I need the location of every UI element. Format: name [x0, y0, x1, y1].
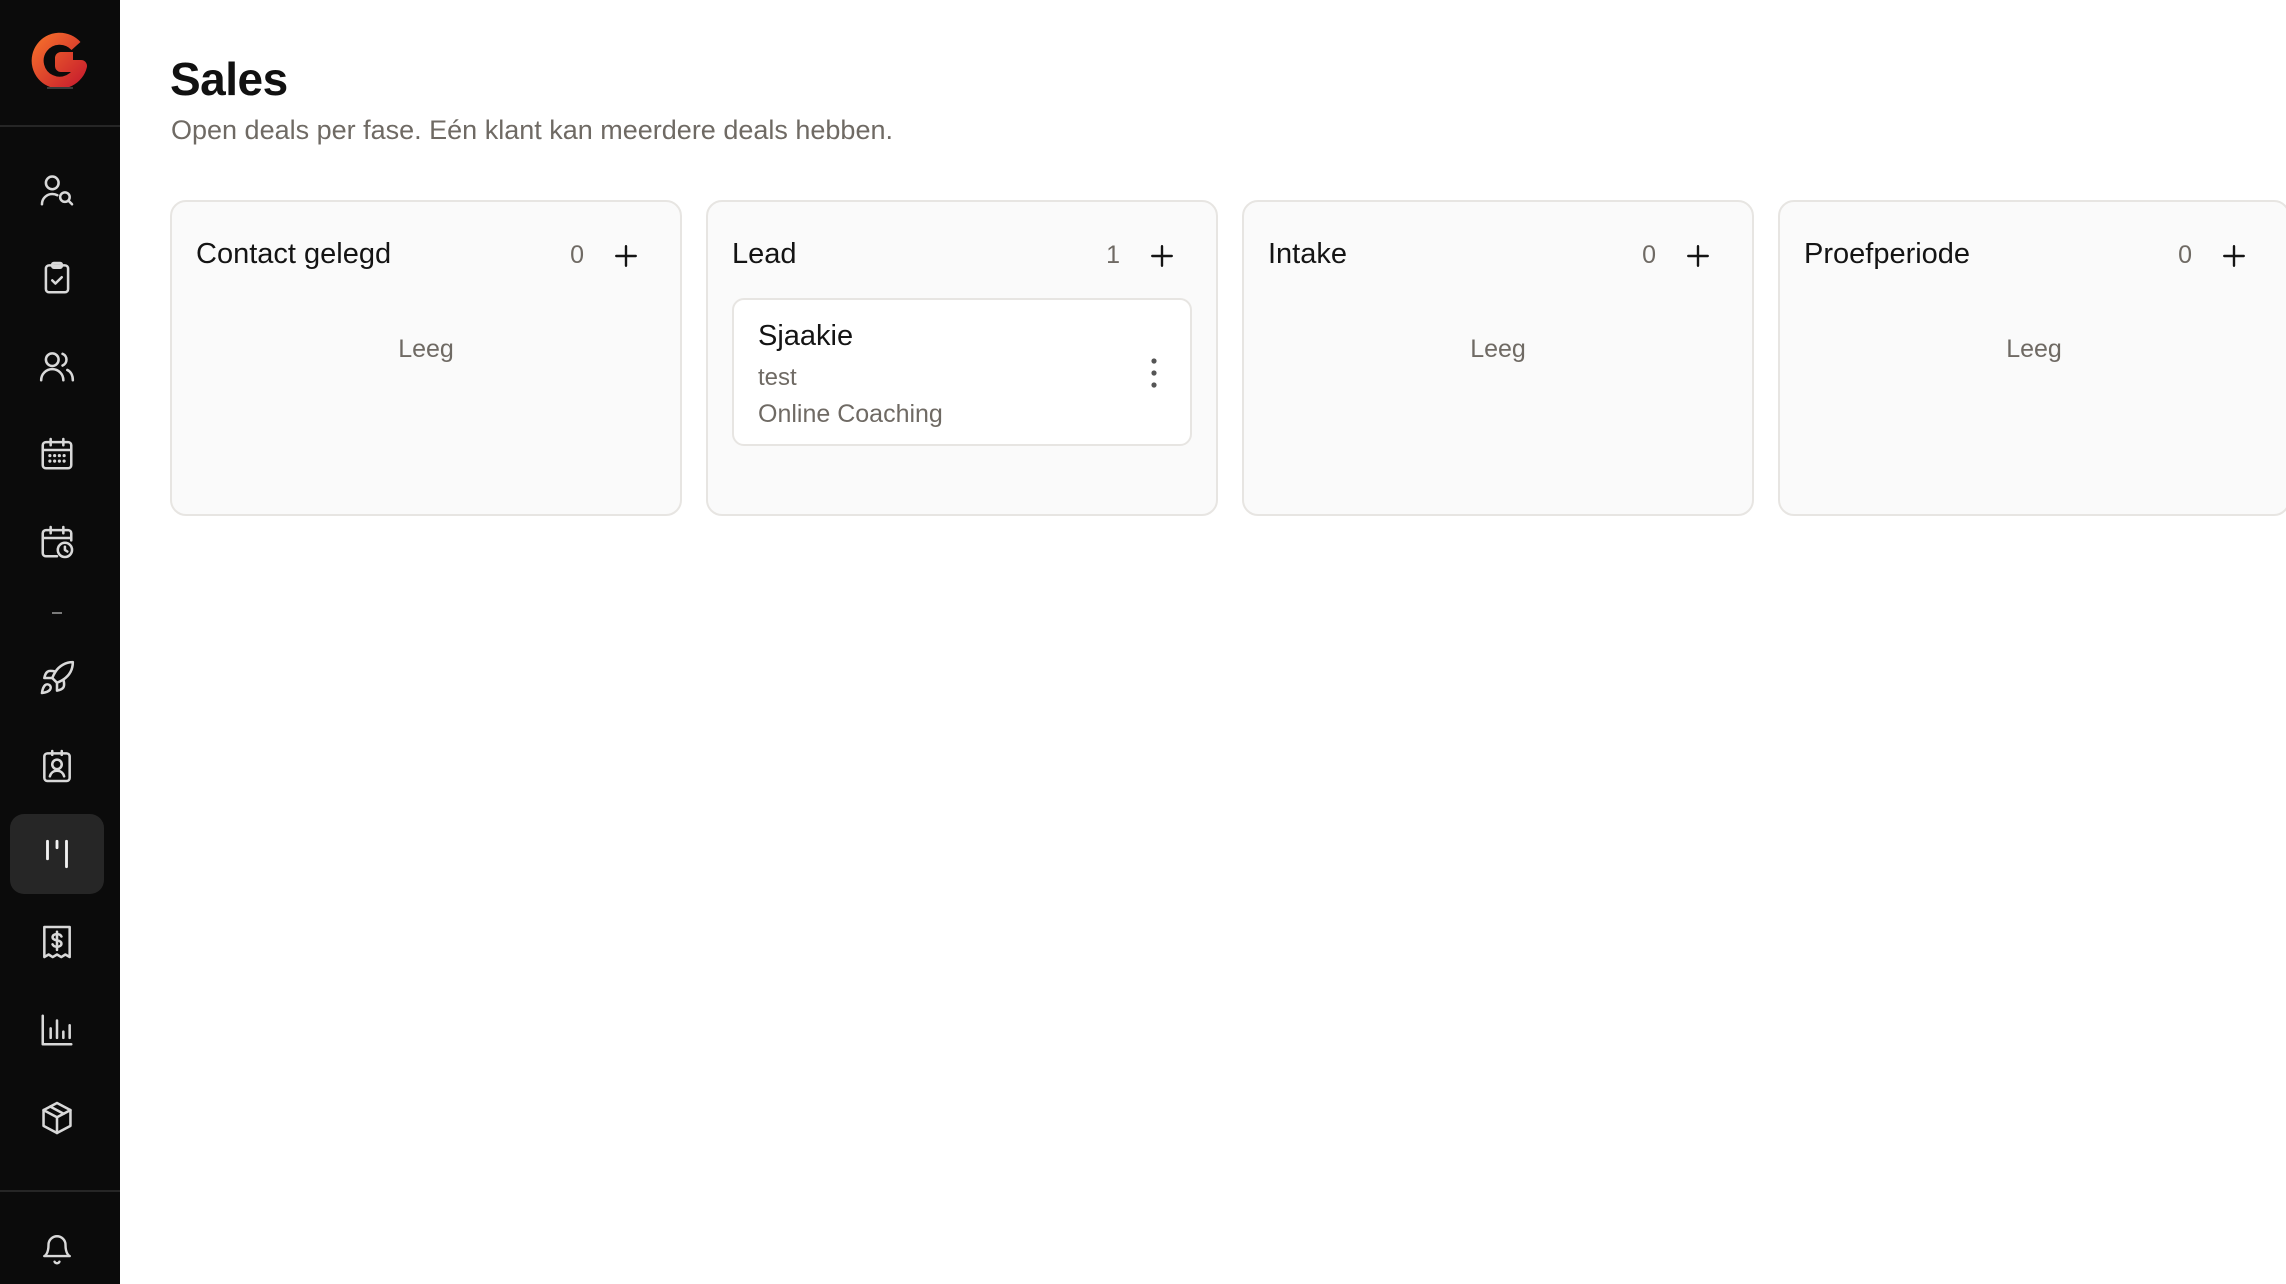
nav-item-clients[interactable] — [10, 326, 104, 406]
column-title: Contact gelegd — [196, 238, 392, 270]
nav-item-invoices[interactable] — [10, 902, 104, 982]
deal-client-name: Sjaakie — [758, 320, 854, 352]
column-count: 0 — [1642, 241, 1656, 269]
nav-item-calendar[interactable] — [10, 414, 104, 494]
column-empty-text: Leeg — [2006, 335, 2062, 363]
kanban-icon — [46, 839, 68, 869]
page-title: Sales — [170, 53, 288, 105]
deal-subtitle: test — [758, 364, 797, 391]
board-column-contact-gelegd: Contact gelegd 0 Leeg — [170, 200, 682, 516]
board-column-intake: Intake 0 Leeg — [1242, 200, 1754, 516]
deal-card[interactable]: Sjaakie test Online Coaching — [732, 298, 1192, 446]
bar-chart-icon — [41, 1014, 73, 1046]
deal-product: Online Coaching — [758, 400, 943, 428]
calendar-grid-icon — [41, 437, 73, 470]
add-deal-button[interactable] — [2216, 238, 2252, 274]
nav-item-reports[interactable] — [10, 990, 104, 1070]
package-icon — [42, 1101, 72, 1135]
plus-icon — [2223, 245, 2245, 267]
contact-card-icon — [43, 749, 71, 783]
users-icon — [39, 352, 75, 382]
column-count: 1 — [1106, 241, 1120, 269]
nav-item-schedule[interactable] — [10, 502, 104, 582]
column-count: 0 — [570, 241, 584, 269]
nav-item-tasks[interactable] — [10, 238, 104, 318]
page-subtitle: Open deals per fase. Eén klant kan meerd… — [171, 115, 893, 145]
column-title: Proefperiode — [1804, 238, 1971, 270]
plus-icon — [1687, 245, 1709, 267]
brand-g-logo — [31, 32, 87, 89]
add-deal-button[interactable] — [608, 238, 644, 274]
column-empty-text: Leeg — [1470, 335, 1526, 363]
plus-icon — [615, 245, 637, 267]
column-title: Lead — [732, 238, 797, 270]
nav-item-onboarding[interactable] — [10, 638, 104, 718]
add-deal-button[interactable] — [1680, 238, 1716, 274]
receipt-dollar-icon — [43, 925, 71, 959]
rocket-icon — [40, 660, 75, 695]
board-column-lead: Lead 1 Sjaakie test Online Coaching — [706, 200, 1218, 516]
sidebar — [0, 0, 120, 1284]
column-count: 0 — [2178, 241, 2192, 269]
nav-item-products[interactable] — [10, 1078, 104, 1158]
sidebar-footer — [0, 1190, 120, 1284]
nav-item-contacts[interactable] — [10, 726, 104, 806]
calendar-clock-icon — [41, 525, 74, 559]
user-search-icon — [40, 175, 74, 206]
sales-board: Contact gelegd 0 Leeg Lead 1 Sjaakie tes… — [170, 200, 2286, 516]
column-empty-text: Leeg — [398, 335, 454, 363]
board-column-proefperiode: Proefperiode 0 Leeg — [1778, 200, 2286, 516]
bell-icon[interactable] — [40, 1232, 74, 1266]
clipboard-check-icon — [44, 261, 70, 294]
add-deal-button[interactable] — [1144, 238, 1180, 274]
column-title: Intake — [1268, 238, 1347, 270]
logo-area[interactable] — [0, 0, 120, 127]
nav-separator — [52, 612, 62, 614]
more-vertical-icon[interactable] — [1148, 356, 1160, 390]
nav-item-sales[interactable] — [10, 814, 104, 894]
nav-item-leads[interactable] — [10, 150, 104, 230]
plus-icon — [1151, 245, 1173, 267]
